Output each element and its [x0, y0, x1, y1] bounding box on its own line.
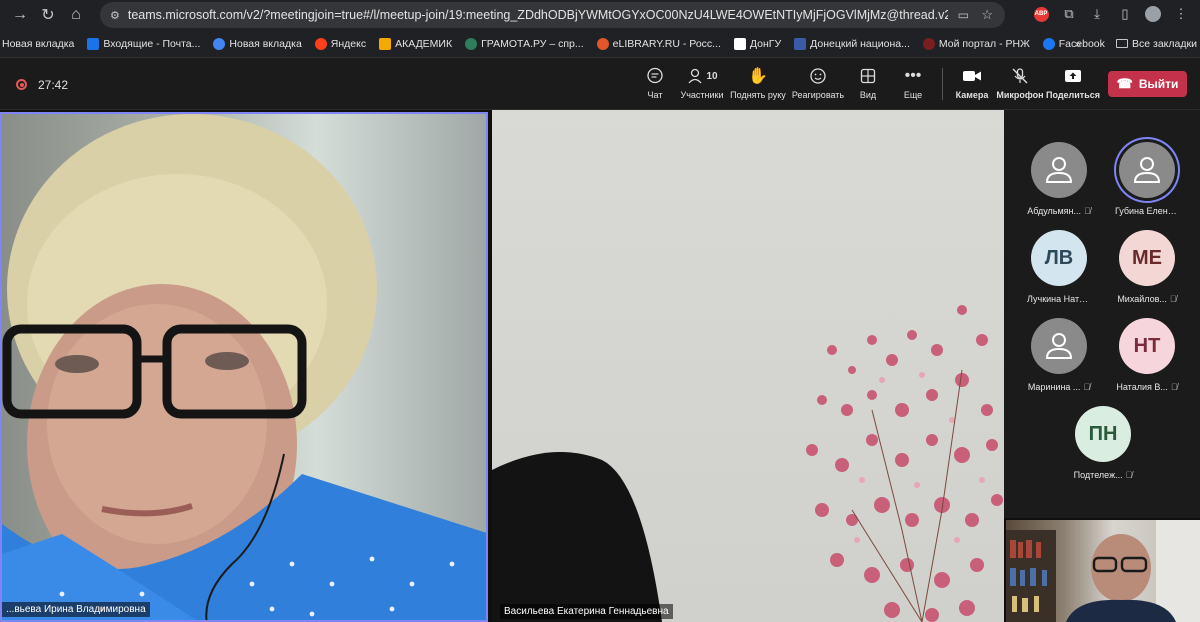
participant-card[interactable]: МЕ Михайлов... 🎙̸	[1104, 230, 1190, 322]
participant-card[interactable]: НТ Наталия В... 🎙̸	[1104, 318, 1190, 410]
bookmark-star-icon[interactable]: ☆	[981, 7, 993, 23]
more-dots-icon: •••	[904, 67, 922, 84]
avatar	[1119, 142, 1175, 198]
mic-muted-icon: 🎙̸	[1084, 206, 1091, 216]
person-icon	[1133, 157, 1161, 183]
video-tile-speaker[interactable]: ...вьева Ирина Владимировна	[0, 112, 488, 622]
video-tile-participant[interactable]: Васильева Екатерина Геннадьевна	[492, 110, 1004, 622]
reload-icon[interactable]: ↻	[34, 1, 62, 29]
raise-hand-button[interactable]: ✋ Поднять руку	[726, 66, 790, 100]
avatar	[1031, 318, 1087, 374]
participant-name: Михайлов...	[1117, 294, 1167, 304]
participant-name-label: Васильева Екатерина Геннадьевна	[500, 604, 673, 619]
tab-icon	[213, 37, 226, 50]
adblock-icon[interactable]: ABP	[1030, 3, 1052, 25]
bookmarks-bar: Новая вкладка Входящие - Почта... Новая …	[0, 30, 1200, 58]
avatar: МЕ	[1119, 230, 1175, 286]
person-icon	[1045, 157, 1073, 183]
portal-icon	[922, 37, 935, 50]
participant-name-label: ...вьева Ирина Владимировна	[2, 602, 150, 617]
participants-button[interactable]: 10 Участники	[670, 66, 734, 100]
grid-icon	[859, 66, 877, 86]
participant-gallery: Абдульмян... 🎙̸ Губина Елена ... ЛВ Лучки…	[1004, 110, 1200, 518]
participant-card[interactable]: Губина Елена ...	[1104, 142, 1190, 234]
facebook-icon	[1042, 37, 1055, 50]
participant-name: Лучкина Натал...	[1027, 294, 1091, 304]
url-text: teams.microsoft.com/v2/?meetingjoin=true…	[127, 8, 948, 22]
home-icon[interactable]: ⌂	[62, 1, 90, 29]
extensions-icon[interactable]: ⧉	[1058, 3, 1080, 25]
download-icon[interactable]: ⤓	[1086, 3, 1108, 25]
bookmarks-overflow-icon[interactable]: »	[1075, 38, 1081, 50]
video-camera-icon	[962, 66, 982, 86]
menu-kebab-icon[interactable]: ⋮	[1170, 3, 1192, 25]
participant-name: Наталия В...	[1116, 382, 1168, 392]
people-icon: 10	[686, 66, 718, 86]
participant-name: Абдульмян...	[1027, 206, 1082, 216]
participant-card[interactable]: Маринина ... 🎙̸	[1016, 318, 1102, 410]
mic-muted-icon: 🎙̸	[1170, 382, 1178, 392]
all-bookmarks[interactable]: Все закладки	[1116, 38, 1197, 50]
leave-button[interactable]: ☎ Выйти	[1108, 71, 1187, 97]
url-bar[interactable]: ⚙ teams.microsoft.com/v2/?meetingjoin=tr…	[100, 2, 1005, 28]
site-info-icon[interactable]: ⚙	[110, 9, 120, 22]
participants-count: 10	[706, 70, 718, 82]
bookmark-item[interactable]: eLIBRARY.RU - Росс...	[596, 37, 721, 50]
phone-hangup-icon: ☎	[1116, 76, 1133, 91]
forward-icon[interactable]: →	[6, 1, 34, 29]
self-view-video[interactable]	[1006, 520, 1200, 622]
academic-icon	[379, 37, 392, 50]
bookmark-item[interactable]: АКАДЕМИК	[379, 37, 452, 50]
browser-address-bar: → ↻ ⌂ ⚙ teams.microsoft.com/v2/?meetingj…	[0, 0, 1200, 30]
bookmark-item[interactable]: Входящие - Почта...	[87, 37, 200, 50]
dongu-icon	[733, 37, 746, 50]
meeting-toolbar: 27:42 Чат 10 Участники ✋ Поднять руку Ре…	[0, 58, 1200, 110]
person-icon	[1045, 333, 1073, 359]
share-screen-icon	[1063, 66, 1083, 86]
meeting-stage: ...вьева Ирина Владимировна Васильева Ек…	[0, 110, 1200, 622]
mic-muted-icon: 🎙̸	[1169, 294, 1177, 304]
bookmark-item[interactable]: Яндекс	[314, 37, 366, 50]
folder-icon	[1116, 39, 1128, 48]
avatar: ЛВ	[1031, 230, 1087, 286]
bookmark-item[interactable]: Facebook	[1042, 37, 1105, 50]
bookmark-item[interactable]: Мой портал - РНЖ	[922, 37, 1030, 50]
camera-indicator-icon[interactable]: ▭	[958, 8, 969, 22]
participant-card[interactable]: ЛВ Лучкина Натал...	[1016, 230, 1102, 322]
hand-icon: ✋	[748, 68, 768, 85]
mail-icon	[87, 37, 100, 50]
mic-muted-icon: 🎙̸	[1125, 470, 1133, 480]
mic-muted-icon	[1011, 66, 1029, 86]
smiley-icon	[809, 66, 827, 86]
bookmark-item[interactable]: ГРАМОТА.РУ – спр...	[465, 37, 584, 50]
sidepanel-icon[interactable]: ▯	[1114, 3, 1136, 25]
share-button[interactable]: Поделиться	[1041, 66, 1105, 100]
participant-name: Губина Елена ...	[1115, 206, 1179, 216]
avatar	[1031, 142, 1087, 198]
recording-icon	[16, 79, 27, 90]
participant-card[interactable]: Абдульмян... 🎙̸	[1016, 142, 1102, 234]
participant-card[interactable]: ПН Подтележ... 🎙̸	[1060, 406, 1146, 498]
participant-name: Маринина ...	[1027, 382, 1081, 392]
university-icon	[794, 37, 807, 50]
bookmark-item[interactable]: Новая вкладка	[213, 37, 302, 50]
elibrary-icon	[596, 37, 609, 50]
profile-avatar[interactable]	[1142, 3, 1164, 25]
participant-name: Подтележ...	[1073, 470, 1123, 480]
more-button[interactable]: ••• Еще	[881, 66, 945, 100]
gramota-icon	[465, 37, 478, 50]
avatar: ПН	[1075, 406, 1131, 462]
chat-icon	[646, 66, 664, 86]
bookmark-item[interactable]: Новая вкладка	[2, 38, 74, 50]
meeting-timer: 27:42	[38, 78, 69, 92]
yandex-icon	[314, 37, 327, 50]
mic-muted-icon: 🎙̸	[1083, 382, 1091, 392]
avatar: НТ	[1119, 318, 1175, 374]
bookmark-item[interactable]: Донецкий национа...	[794, 37, 910, 50]
bookmark-item[interactable]: ДонГУ	[733, 37, 781, 50]
participant-video-frame	[2, 114, 486, 620]
self-video-frame	[1006, 520, 1200, 622]
participant-video-frame	[492, 305, 1003, 622]
